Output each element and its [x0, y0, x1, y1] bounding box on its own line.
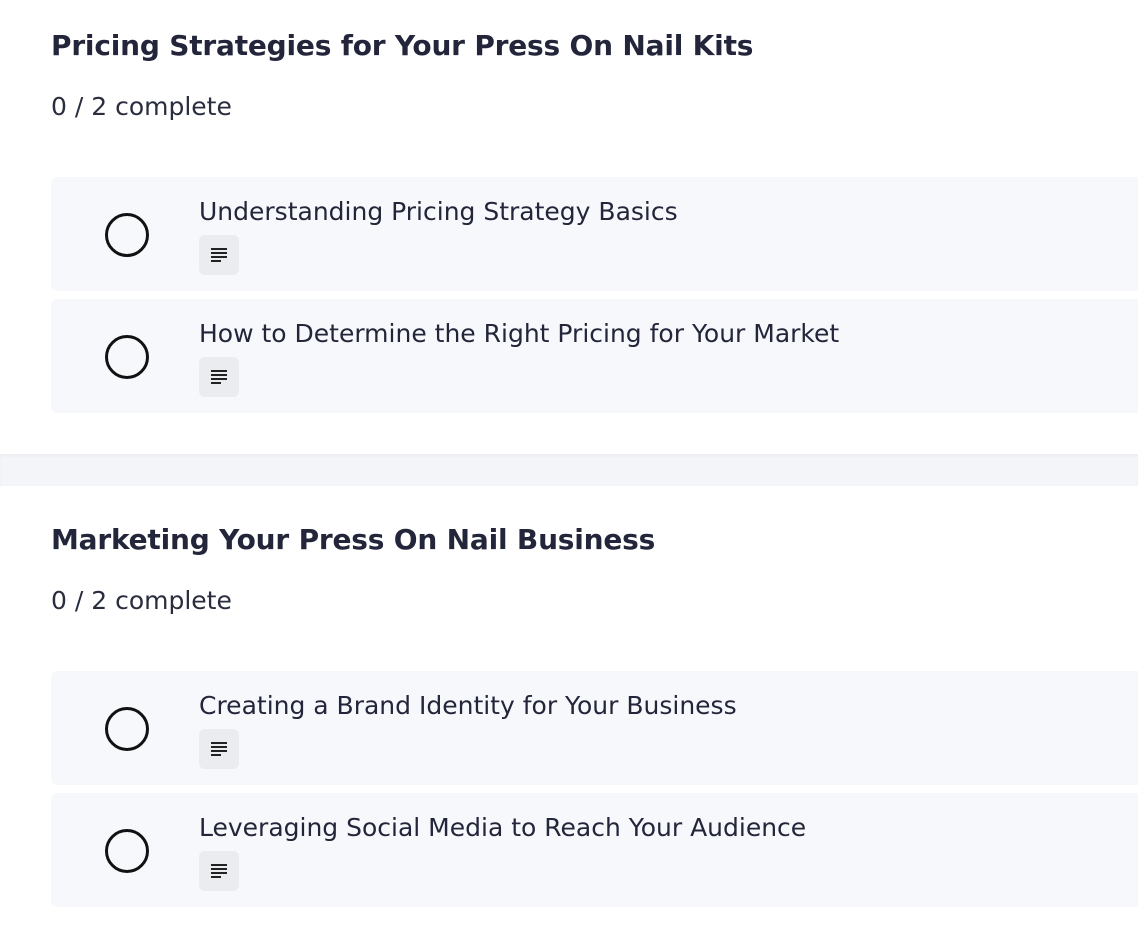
lesson-title[interactable]: Understanding Pricing Strategy Basics — [199, 197, 678, 226]
section-progress: 0 / 2 complete — [51, 92, 232, 121]
text-lines-icon — [211, 370, 227, 384]
section-divider — [0, 454, 1138, 486]
lesson-item[interactable]: Understanding Pricing Strategy Basics — [51, 177, 1138, 291]
section-title: Marketing Your Press On Nail Business — [51, 523, 656, 556]
completion-checkbox[interactable] — [105, 213, 149, 257]
text-lesson-icon — [199, 851, 239, 891]
completion-checkbox[interactable] — [105, 829, 149, 873]
lesson-item[interactable]: How to Determine the Right Pricing for Y… — [51, 299, 1138, 413]
text-lines-icon — [211, 248, 227, 262]
text-lines-icon — [211, 864, 227, 878]
lesson-title[interactable]: How to Determine the Right Pricing for Y… — [199, 319, 839, 348]
course-section-marketing: Marketing Your Press On Nail Business 0 … — [0, 486, 1138, 938]
completion-checkbox[interactable] — [105, 335, 149, 379]
text-lines-icon — [211, 742, 227, 756]
section-title: Pricing Strategies for Your Press On Nai… — [51, 29, 754, 62]
text-lesson-icon — [199, 235, 239, 275]
completion-checkbox[interactable] — [105, 707, 149, 751]
lesson-title[interactable]: Creating a Brand Identity for Your Busin… — [199, 691, 737, 720]
lesson-item[interactable]: Leveraging Social Media to Reach Your Au… — [51, 793, 1138, 907]
lesson-item[interactable]: Creating a Brand Identity for Your Busin… — [51, 671, 1138, 785]
text-lesson-icon — [199, 729, 239, 769]
section-progress: 0 / 2 complete — [51, 586, 232, 615]
text-lesson-icon — [199, 357, 239, 397]
lesson-title[interactable]: Leveraging Social Media to Reach Your Au… — [199, 813, 806, 842]
course-section-pricing: Pricing Strategies for Your Press On Nai… — [0, 0, 1138, 454]
